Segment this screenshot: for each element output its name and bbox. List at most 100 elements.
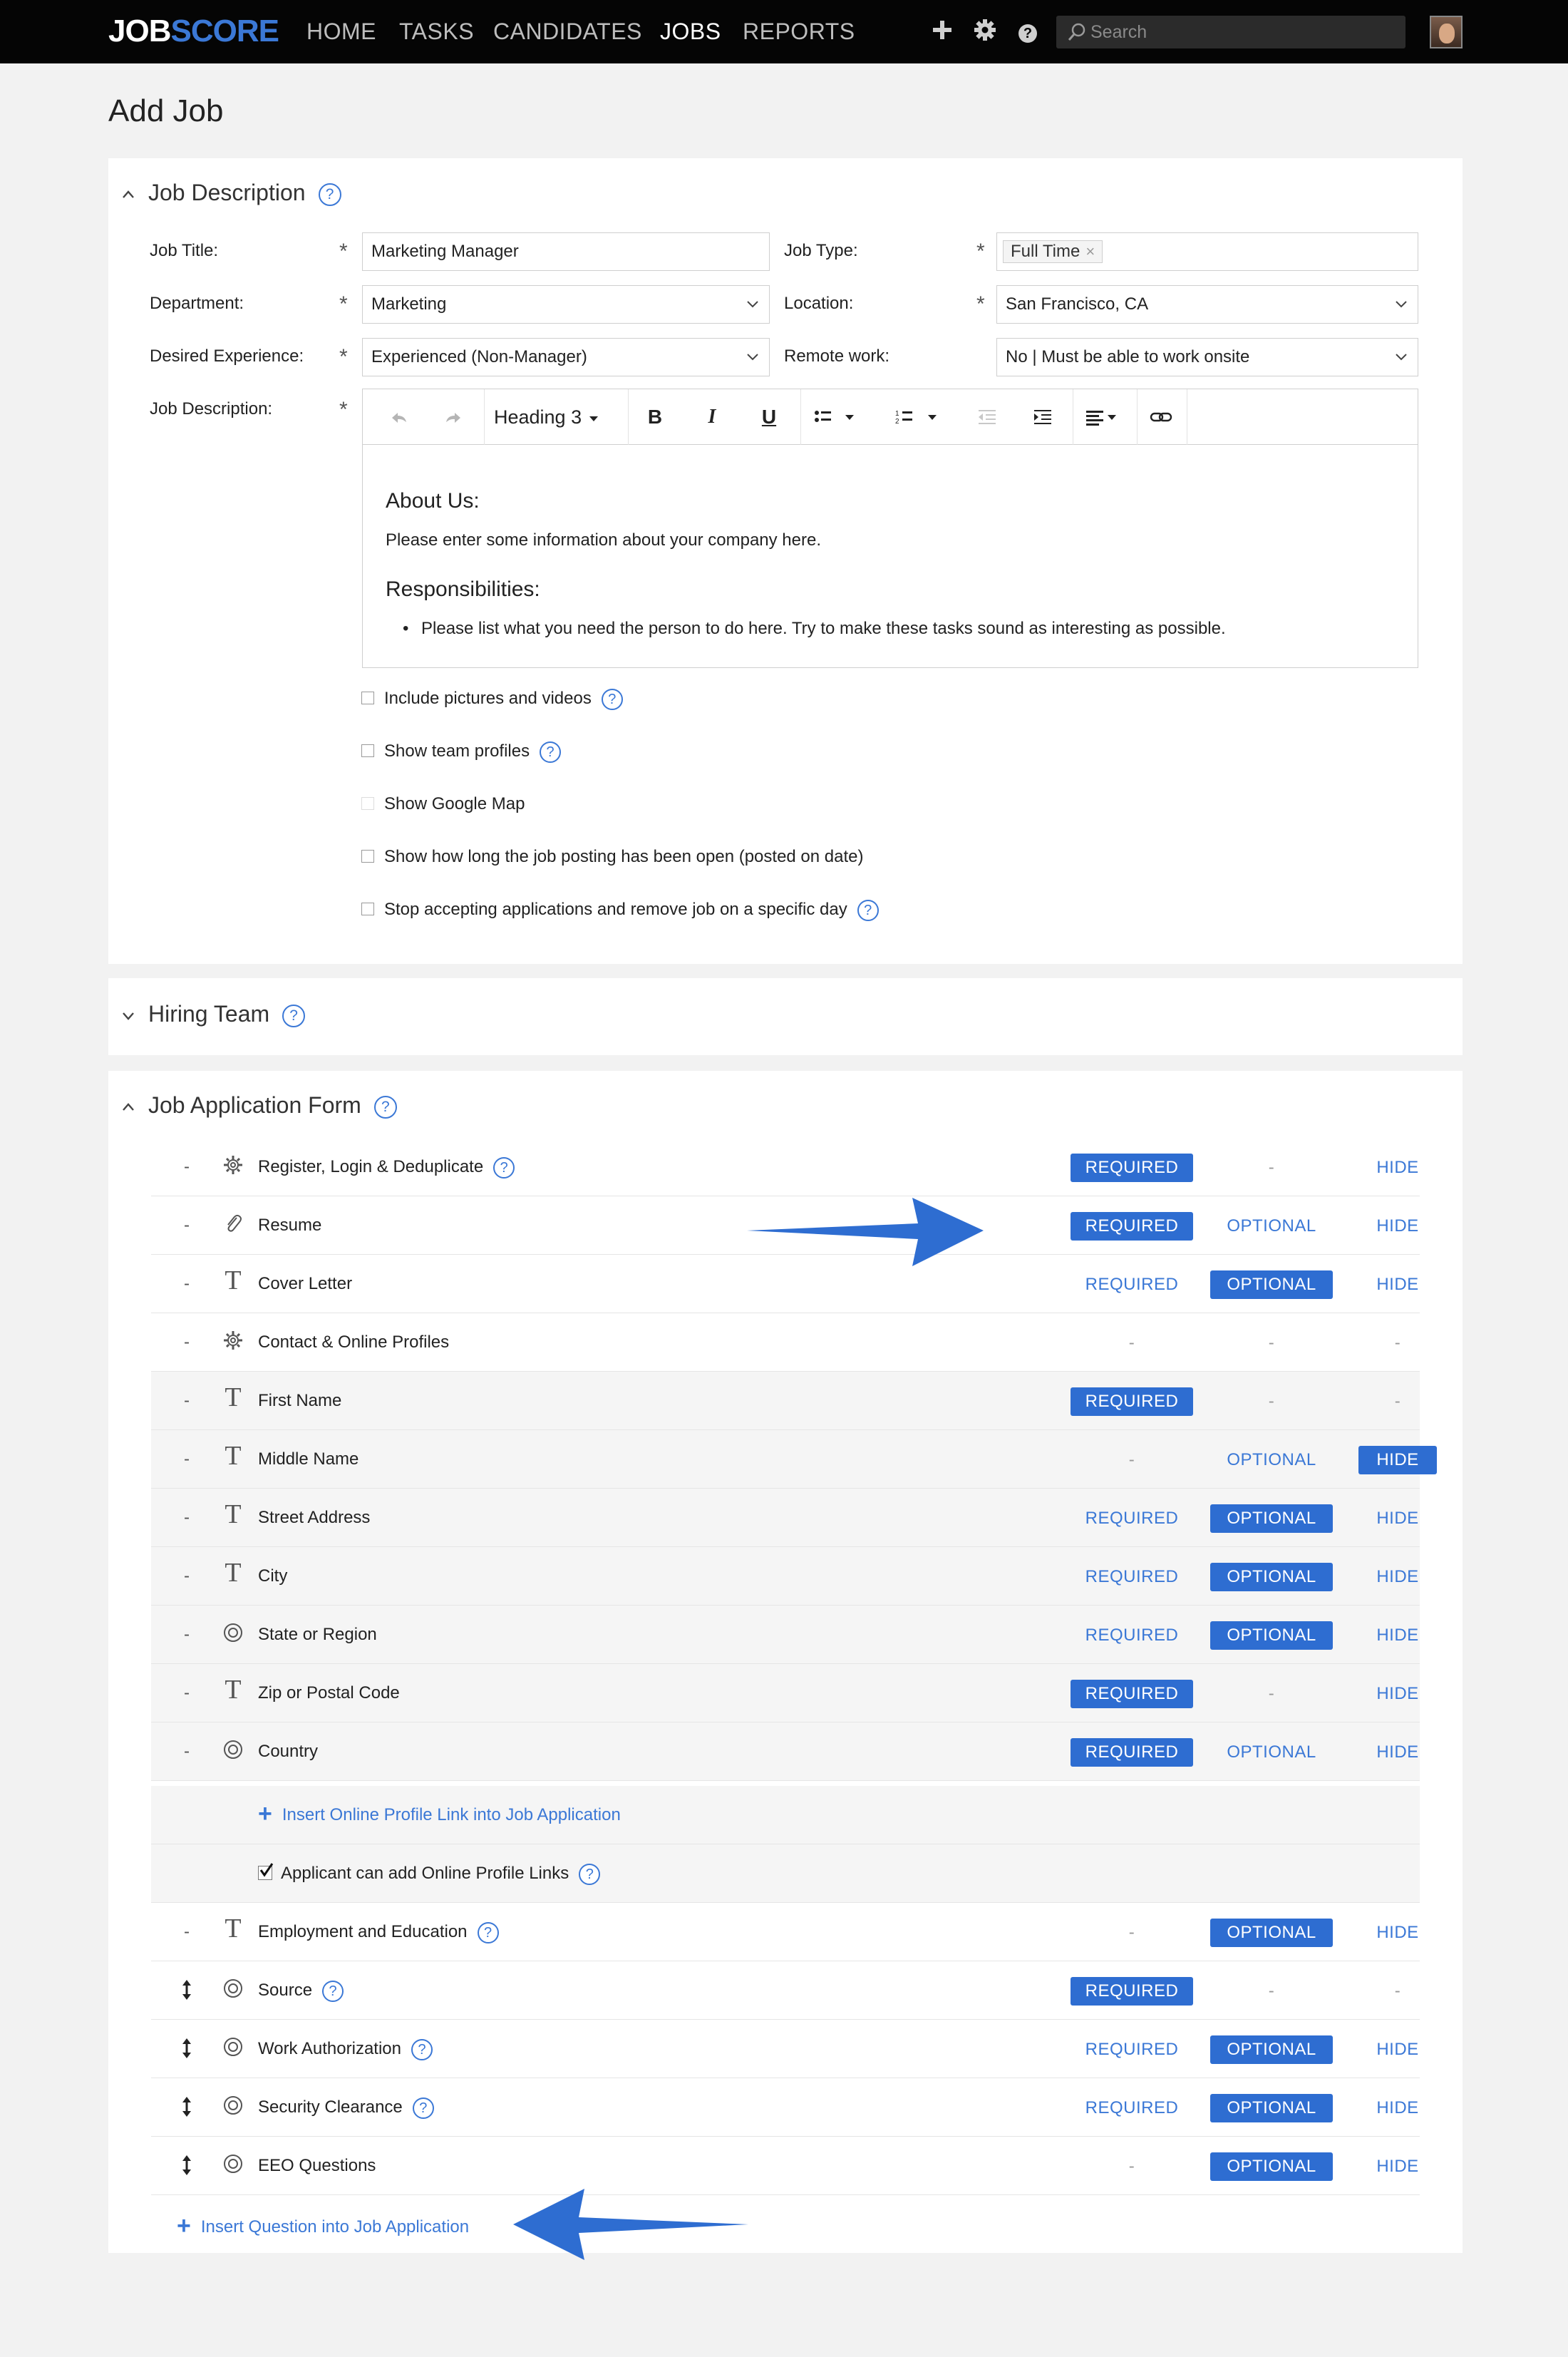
- insert-question-link[interactable]: + Insert Question into Job Application: [177, 2214, 469, 2239]
- remove-tag-icon[interactable]: ×: [1085, 242, 1095, 260]
- optional-button[interactable]: OPTIONAL: [1210, 1563, 1333, 1591]
- hide-button[interactable]: HIDE: [1358, 1446, 1437, 1474]
- redo-icon[interactable]: [433, 402, 475, 432]
- required-button[interactable]: REQUIRED: [1071, 1154, 1193, 1182]
- help-icon[interactable]: ?: [282, 1004, 306, 1027]
- checkbox[interactable]: [361, 797, 374, 811]
- nav-reports[interactable]: REPORTS: [743, 17, 855, 46]
- required-button[interactable]: REQUIRED: [1071, 2035, 1193, 2064]
- application-form-header[interactable]: Job Application Form?: [121, 1091, 397, 1119]
- option-team-profiles[interactable]: Show team profiles?: [361, 740, 562, 763]
- jobscore-logo[interactable]: JOBSCORE: [108, 13, 279, 50]
- search-input[interactable]: [1090, 20, 1390, 44]
- help-icon[interactable]: ?: [318, 183, 341, 206]
- help-icon[interactable]: ?: [322, 1980, 344, 2002]
- checkbox[interactable]: [361, 744, 374, 758]
- location-select[interactable]: San Francisco, CA: [996, 285, 1418, 324]
- job-title-input[interactable]: Marketing Manager: [362, 232, 770, 271]
- optional-button[interactable]: OPTIONAL: [1210, 1738, 1333, 1767]
- department-select[interactable]: Marketing: [362, 285, 770, 324]
- help-icon[interactable]: ?: [1013, 14, 1042, 46]
- help-icon[interactable]: ?: [411, 2038, 433, 2060]
- gear-icon[interactable]: [971, 14, 999, 46]
- required-button[interactable]: REQUIRED: [1071, 1680, 1193, 1708]
- nav-candidates[interactable]: CANDIDATES: [493, 17, 642, 46]
- optional-button[interactable]: OPTIONAL: [1210, 1270, 1333, 1299]
- row-toggle[interactable]: -: [184, 1740, 190, 1763]
- required-button[interactable]: REQUIRED: [1071, 1387, 1193, 1416]
- required-button[interactable]: REQUIRED: [1071, 1621, 1193, 1650]
- hiring-team-header[interactable]: Hiring Team?: [121, 1000, 306, 1028]
- hide-button[interactable]: HIDE: [1358, 1154, 1437, 1182]
- insert-profile-link[interactable]: + Insert Online Profile Link into Job App…: [258, 1802, 621, 1827]
- job-description-editor[interactable]: Heading 3 B I U 12 About Us: Please ente…: [362, 389, 1418, 668]
- job-type-field[interactable]: Full Time ×: [996, 232, 1418, 271]
- optional-button[interactable]: OPTIONAL: [1210, 1504, 1333, 1533]
- checkbox[interactable]: [361, 850, 374, 863]
- italic-button[interactable]: I: [691, 402, 733, 432]
- row-toggle[interactable]: -: [184, 1156, 190, 1178]
- required-button[interactable]: REQUIRED: [1071, 1504, 1193, 1533]
- hide-button[interactable]: HIDE: [1358, 2035, 1437, 2064]
- hide-button[interactable]: HIDE: [1358, 1738, 1437, 1767]
- required-button[interactable]: REQUIRED: [1071, 1738, 1193, 1767]
- applicant-profile-links-option[interactable]: Applicant can add Online Profile Links?: [258, 1862, 601, 1885]
- hide-button[interactable]: HIDE: [1358, 2094, 1437, 2122]
- remote-work-select[interactable]: No | Must be able to work onsite: [996, 338, 1418, 376]
- help-icon[interactable]: ?: [493, 1156, 515, 1178]
- plus-icon[interactable]: [928, 14, 956, 46]
- experience-select[interactable]: Experienced (Non-Manager): [362, 338, 770, 376]
- option-pictures-videos[interactable]: Include pictures and videos?: [361, 687, 623, 710]
- option-posted-date[interactable]: Show how long the job posting has been o…: [361, 846, 864, 868]
- help-icon[interactable]: ?: [857, 899, 879, 921]
- row-toggle[interactable]: -: [184, 1273, 190, 1295]
- optional-button[interactable]: OPTIONAL: [1210, 1212, 1333, 1241]
- indent-icon[interactable]: [1021, 402, 1064, 432]
- required-button[interactable]: REQUIRED: [1071, 1977, 1193, 2006]
- drag-handle-icon[interactable]: [180, 2092, 194, 2121]
- help-icon[interactable]: ?: [540, 741, 562, 763]
- required-button[interactable]: REQUIRED: [1071, 1563, 1193, 1591]
- row-toggle[interactable]: -: [184, 1448, 190, 1471]
- row-toggle[interactable]: -: [184, 1506, 190, 1529]
- user-avatar[interactable]: [1430, 16, 1463, 48]
- hide-button[interactable]: HIDE: [1358, 1919, 1437, 1947]
- drag-handle-icon[interactable]: [180, 2034, 194, 2063]
- bold-button[interactable]: B: [634, 402, 676, 432]
- align-button[interactable]: [1076, 402, 1133, 432]
- nav-home[interactable]: HOME: [306, 17, 376, 46]
- help-icon[interactable]: ?: [579, 1863, 601, 1885]
- row-toggle[interactable]: -: [184, 1331, 190, 1354]
- underline-button[interactable]: U: [748, 402, 790, 432]
- bullet-list-button[interactable]: [805, 402, 869, 432]
- nav-tasks[interactable]: TASKS: [399, 17, 474, 46]
- optional-button[interactable]: OPTIONAL: [1210, 1919, 1333, 1947]
- hide-button[interactable]: HIDE: [1358, 1563, 1437, 1591]
- optional-button[interactable]: OPTIONAL: [1210, 2152, 1333, 2181]
- optional-button[interactable]: OPTIONAL: [1210, 2035, 1333, 2064]
- option-stop-accepting[interactable]: Stop accepting applications and remove j…: [361, 898, 879, 921]
- help-icon[interactable]: ?: [373, 1095, 397, 1119]
- link-icon[interactable]: [1140, 402, 1182, 432]
- required-button[interactable]: REQUIRED: [1071, 2094, 1193, 2122]
- optional-button[interactable]: OPTIONAL: [1210, 1446, 1333, 1474]
- row-toggle[interactable]: -: [184, 1390, 190, 1412]
- outdent-icon[interactable]: [966, 402, 1009, 432]
- help-icon[interactable]: ?: [601, 688, 623, 710]
- optional-button[interactable]: OPTIONAL: [1210, 2094, 1333, 2122]
- hide-button[interactable]: HIDE: [1358, 1212, 1437, 1241]
- hide-button[interactable]: HIDE: [1358, 1504, 1437, 1533]
- row-toggle[interactable]: -: [184, 1214, 190, 1237]
- help-icon[interactable]: ?: [477, 1921, 499, 1943]
- required-button[interactable]: REQUIRED: [1071, 1270, 1193, 1299]
- hide-button[interactable]: HIDE: [1358, 1680, 1437, 1708]
- checkbox[interactable]: [361, 692, 374, 705]
- job-description-header[interactable]: Job Description?: [121, 178, 341, 207]
- required-button[interactable]: REQUIRED: [1071, 1212, 1193, 1241]
- checkbox[interactable]: [361, 903, 374, 916]
- row-toggle[interactable]: -: [184, 1623, 190, 1646]
- drag-handle-icon[interactable]: [180, 1976, 194, 2004]
- help-icon[interactable]: ?: [412, 2097, 434, 2119]
- drag-handle-icon[interactable]: [180, 2151, 194, 2179]
- hide-button[interactable]: HIDE: [1358, 2152, 1437, 2181]
